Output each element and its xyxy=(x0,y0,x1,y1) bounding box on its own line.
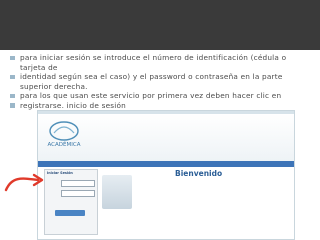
site-nav-bar xyxy=(38,161,294,167)
bullet-square-icon xyxy=(10,93,15,99)
login-panel: Iniciar Sesión xyxy=(44,169,98,235)
bullet-list: para iniciar sesión se introduce el núme… xyxy=(10,53,312,111)
bullet-square-icon xyxy=(10,103,15,108)
id-field[interactable] xyxy=(61,180,95,187)
login-title: Iniciar Sesión xyxy=(47,171,73,175)
person-photo xyxy=(102,175,132,209)
bullet-square-icon xyxy=(10,74,15,80)
bullet-text: identidad según sea el caso) y el passwo… xyxy=(20,72,283,91)
slide-title-band xyxy=(0,0,320,50)
logo-text: ACADÉMICA xyxy=(48,140,81,148)
login-button[interactable] xyxy=(55,210,85,216)
bullet-item: para los que usan este servicio por prim… xyxy=(10,91,312,101)
welcome-panel: Bienvenido xyxy=(100,169,290,235)
bullet-text: registrarse. inicio de sesión xyxy=(20,100,127,110)
bullet-text: para los que usan este servicio por prim… xyxy=(20,91,282,101)
red-arrow-icon xyxy=(4,177,40,192)
embedded-website-screenshot: ACADÉMICA Iniciar Sesión Bienvenido xyxy=(37,110,295,240)
bullet-text: para iniciar sesión se introduce el núme… xyxy=(20,53,287,72)
bullet-item: para iniciar sesión se introduce el núme… xyxy=(10,53,312,72)
bullet-item: identidad según sea el caso) y el passwo… xyxy=(10,72,312,91)
site-header: ACADÉMICA xyxy=(38,114,294,161)
password-field[interactable] xyxy=(61,190,95,197)
site-logo: ACADÉMICA xyxy=(48,121,81,148)
welcome-title: Bienvenido xyxy=(175,169,223,178)
bullet-square-icon xyxy=(10,55,15,60)
